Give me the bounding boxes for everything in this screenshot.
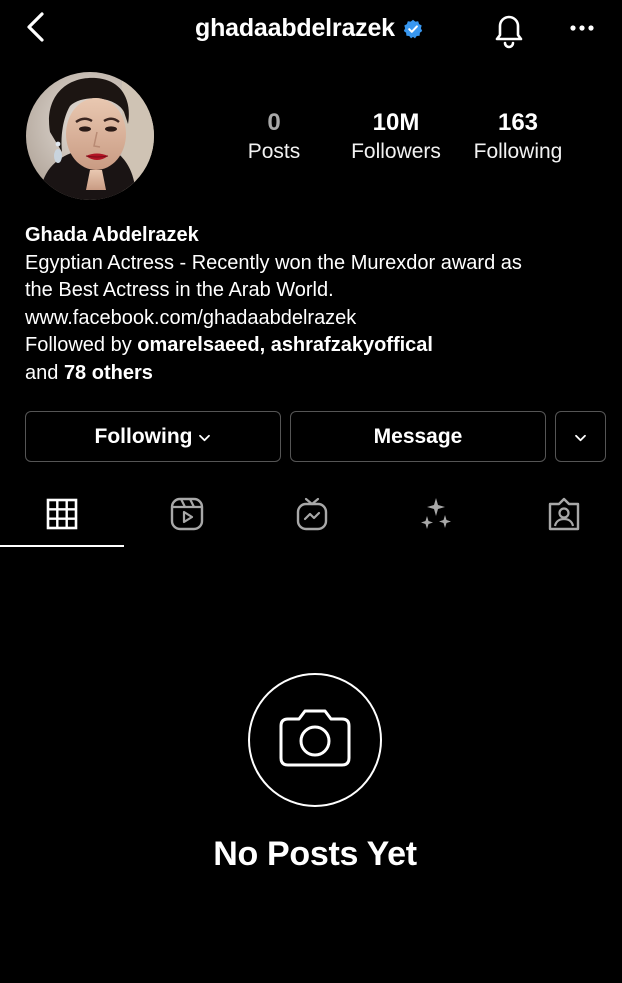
grid-icon bbox=[44, 496, 80, 537]
message-button[interactable]: Message bbox=[290, 411, 546, 462]
more-options-icon[interactable] bbox=[566, 18, 598, 38]
profile-header-title[interactable]: ghadaabdelrazek bbox=[195, 14, 423, 43]
tab-posts-grid[interactable] bbox=[0, 488, 124, 548]
profile-tabs bbox=[0, 488, 622, 548]
stat-followers-count: 10M bbox=[372, 109, 420, 136]
tab-effects[interactable] bbox=[374, 488, 498, 548]
stat-following[interactable]: 163 Following bbox=[453, 108, 583, 165]
message-button-label: Message bbox=[373, 424, 463, 448]
followed-by-others-count[interactable]: 78 others bbox=[64, 362, 153, 384]
stat-following-label: Following bbox=[473, 140, 563, 163]
tagged-icon bbox=[546, 496, 582, 537]
top-bar: ghadaabdelrazek bbox=[0, 0, 622, 60]
username: ghadaabdelrazek bbox=[195, 14, 395, 42]
empty-state-title: No Posts Yet bbox=[213, 835, 417, 873]
followed-by[interactable]: Followed by omarelsaeed, ashrafzakyoffic… bbox=[25, 332, 605, 360]
stat-following-count: 163 bbox=[497, 109, 539, 136]
igtv-icon bbox=[294, 496, 330, 537]
suggested-accounts-button[interactable] bbox=[555, 411, 606, 462]
empty-state-camera bbox=[248, 673, 382, 807]
chevron-down-icon bbox=[574, 425, 587, 449]
following-button[interactable]: Following bbox=[25, 411, 281, 462]
stat-posts[interactable]: 0 Posts bbox=[209, 108, 339, 165]
website-link[interactable]: www.facebook.com/ghadaabdelrazek bbox=[25, 305, 605, 333]
back-icon[interactable] bbox=[22, 10, 52, 44]
stat-followers-label: Followers bbox=[351, 140, 441, 163]
followed-by-others[interactable]: and 78 others bbox=[25, 360, 605, 388]
reels-icon bbox=[169, 496, 205, 537]
tab-igtv[interactable] bbox=[250, 488, 374, 548]
display-name: Ghada Abdelrazek bbox=[25, 224, 199, 246]
chevron-down-icon bbox=[198, 425, 211, 449]
stat-posts-label: Posts bbox=[247, 140, 301, 163]
stat-followers[interactable]: 10M Followers bbox=[331, 108, 461, 165]
bio-line-2: the Best Actress in the Arab World. bbox=[25, 279, 334, 301]
profile-stats: 0 Posts 10M Followers 163 Following bbox=[0, 108, 622, 168]
tab-tagged[interactable] bbox=[502, 488, 622, 548]
camera-icon bbox=[277, 706, 353, 775]
effects-icon bbox=[418, 496, 454, 537]
followed-by-users[interactable]: omarelsaeed, ashrafzakyoffical bbox=[137, 334, 433, 356]
notification-bell-icon[interactable] bbox=[490, 10, 528, 50]
verified-badge-icon bbox=[403, 19, 423, 39]
following-button-label: Following bbox=[94, 424, 193, 448]
followed-by-prefix: Followed by bbox=[25, 334, 138, 356]
profile-bio: Ghada Abdelrazek Egyptian Actress - Rece… bbox=[25, 222, 605, 387]
active-tab-indicator bbox=[0, 545, 124, 547]
followed-by-and: and bbox=[25, 361, 64, 384]
bio-line-1: Egyptian Actress - Recently won the Mure… bbox=[25, 251, 522, 274]
tab-reels[interactable] bbox=[125, 488, 249, 548]
stat-posts-count: 0 bbox=[267, 109, 281, 136]
